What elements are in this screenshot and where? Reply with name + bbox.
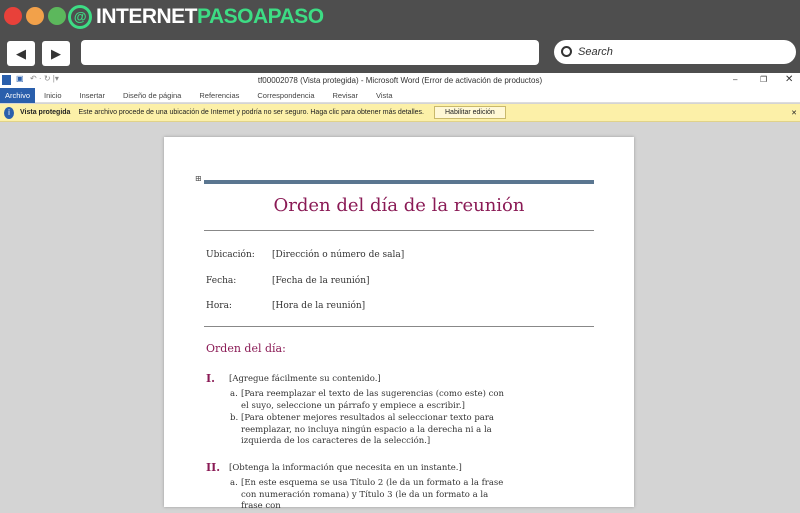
ribbon-tabs: Archivo Inicio Insertar Diseño de página…: [0, 87, 800, 103]
item-text: [Obtenga la información que necesita en …: [229, 463, 462, 473]
forward-button[interactable]: ▶: [42, 41, 70, 66]
window-title: tf00002078 (Vista protegida) - Microsoft…: [257, 76, 543, 85]
tab-archivo[interactable]: Archivo: [0, 87, 36, 103]
minimize-icon[interactable]: –: [733, 75, 737, 84]
address-bar[interactable]: [81, 40, 539, 65]
sub-text: [Para reemplazar el texto de las sugeren…: [241, 389, 504, 411]
word-title-bar: ▣ ↶ · ↻ |▾ tf00002078 (Vista protegida) …: [0, 73, 800, 88]
close-infobar-icon[interactable]: ✕: [791, 109, 797, 117]
field-value: [Dirección o número de sala]: [272, 250, 405, 260]
info-label: Vista protegida: [20, 109, 71, 116]
item-text: [Agregue fácilmente su contenido.]: [229, 374, 381, 384]
search-icon: [561, 46, 572, 57]
agenda-heading: Orden del día:: [206, 342, 286, 355]
restore-icon[interactable]: ❐: [760, 75, 767, 84]
tab-vista[interactable]: Vista: [367, 91, 402, 100]
item-number: I.: [206, 372, 215, 385]
close-icon[interactable]: ✕: [785, 74, 793, 85]
sub-text: [En este esquema se usa Título 2 (le da …: [241, 478, 504, 511]
protected-view-bar: i Vista protegida Este archivo procede d…: [0, 104, 800, 122]
field-value: [Hora de la reunión]: [272, 301, 366, 311]
sub-text: [Para obtener mejores resultados al sele…: [241, 413, 494, 446]
minimize-window-button[interactable]: [26, 7, 44, 25]
sub-letter: a.: [230, 478, 238, 488]
tab-inicio[interactable]: Inicio: [35, 91, 71, 100]
table-move-handle-icon[interactable]: ⊞: [195, 174, 202, 183]
field-value: [Fecha de la reunión]: [272, 276, 370, 286]
search-input[interactable]: Search: [554, 40, 796, 64]
tab-diseno[interactable]: Diseño de página: [114, 91, 190, 100]
enable-editing-button[interactable]: Habilitar edición: [434, 106, 506, 119]
field-label: Fecha:: [206, 276, 237, 286]
back-button[interactable]: ◀: [7, 41, 35, 66]
tab-correspondencia[interactable]: Correspondencia: [248, 91, 323, 100]
document-title: Orden del día de la reunión: [273, 195, 525, 216]
fields-divider: [204, 326, 594, 327]
tab-insertar[interactable]: Insertar: [71, 91, 114, 100]
site-logo: @ INTERNET PASOAPASO: [68, 4, 324, 30]
sub-letter: b.: [230, 413, 239, 423]
sub-letter: a.: [230, 389, 238, 399]
maximize-window-button[interactable]: [48, 7, 66, 25]
close-window-button[interactable]: [4, 7, 22, 25]
tab-referencias[interactable]: Referencias: [190, 91, 248, 100]
document-page[interactable]: ⊞ Orden del día de la reunión Ubicación:…: [164, 137, 634, 511]
field-label: Hora:: [206, 301, 232, 311]
tab-revisar[interactable]: Revisar: [324, 91, 367, 100]
top-rule: [204, 180, 594, 184]
info-text: Este archivo procede de una ubicación de…: [78, 109, 424, 116]
info-shield-icon: i: [4, 106, 14, 119]
item-number: II.: [206, 461, 221, 474]
field-label: Ubicación:: [206, 250, 255, 260]
browser-header: @ INTERNET PASOAPASO ◀ ▶ Search: [0, 0, 800, 73]
title-divider: [204, 230, 594, 231]
